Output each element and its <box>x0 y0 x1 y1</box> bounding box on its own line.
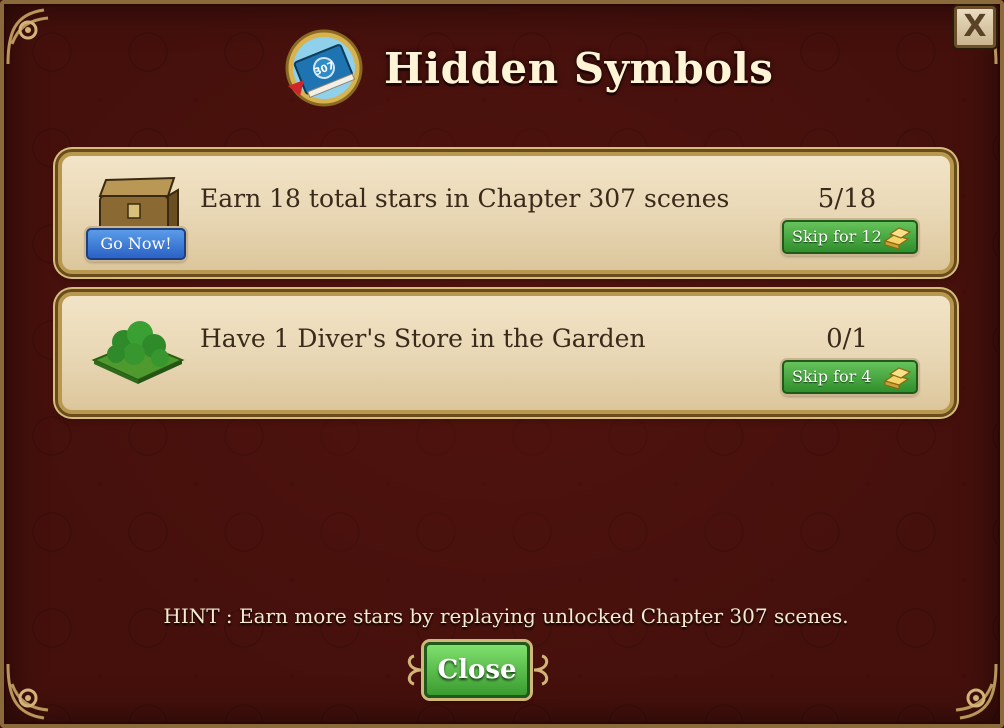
skip-button[interactable]: Skip for 12 <box>782 220 918 254</box>
skip-button-label: Skip for 12 <box>792 227 882 246</box>
close-button-area: Close <box>404 638 554 704</box>
dialog-title: Hidden Symbols <box>384 43 774 93</box>
flourish-ornament-icon <box>407 654 423 686</box>
skip-button-label: Skip for 4 <box>792 367 872 386</box>
close-button[interactable]: Close <box>424 642 530 698</box>
task-progress: 5/18 <box>817 184 877 214</box>
task-row: Have 1 Diver's Store in the Garden 0/1 S… <box>58 292 954 414</box>
close-x-button[interactable]: X <box>954 6 996 48</box>
corner-ornament-icon <box>6 8 49 65</box>
gold-bars-icon <box>883 367 912 390</box>
go-now-button[interactable]: Go Now! <box>86 228 186 260</box>
task-description: Have 1 Diver's Store in the Garden <box>200 324 646 353</box>
garden-trees-icon <box>91 321 185 384</box>
task-row: Go Now! Earn 18 total stars in Chapter 3… <box>58 152 954 274</box>
skip-button[interactable]: Skip for 4 <box>782 360 918 394</box>
hidden-symbols-dialog: X 307 Hidden Symbols Go Now! Earn 18 tot… <box>0 0 1004 728</box>
hint-text: HINT : Earn more stars by replaying unlo… <box>163 604 849 628</box>
corner-ornament-icon <box>6 663 49 720</box>
corner-ornament-icon <box>955 663 998 720</box>
flourish-ornament-icon <box>533 654 549 686</box>
task-progress: 0/1 <box>826 324 868 354</box>
book-icon: 307 <box>285 29 363 107</box>
dialog-header: 307 Hidden Symbols <box>278 28 773 108</box>
task-description: Earn 18 total stars in Chapter 307 scene… <box>200 184 730 213</box>
gold-bars-icon <box>883 227 912 250</box>
